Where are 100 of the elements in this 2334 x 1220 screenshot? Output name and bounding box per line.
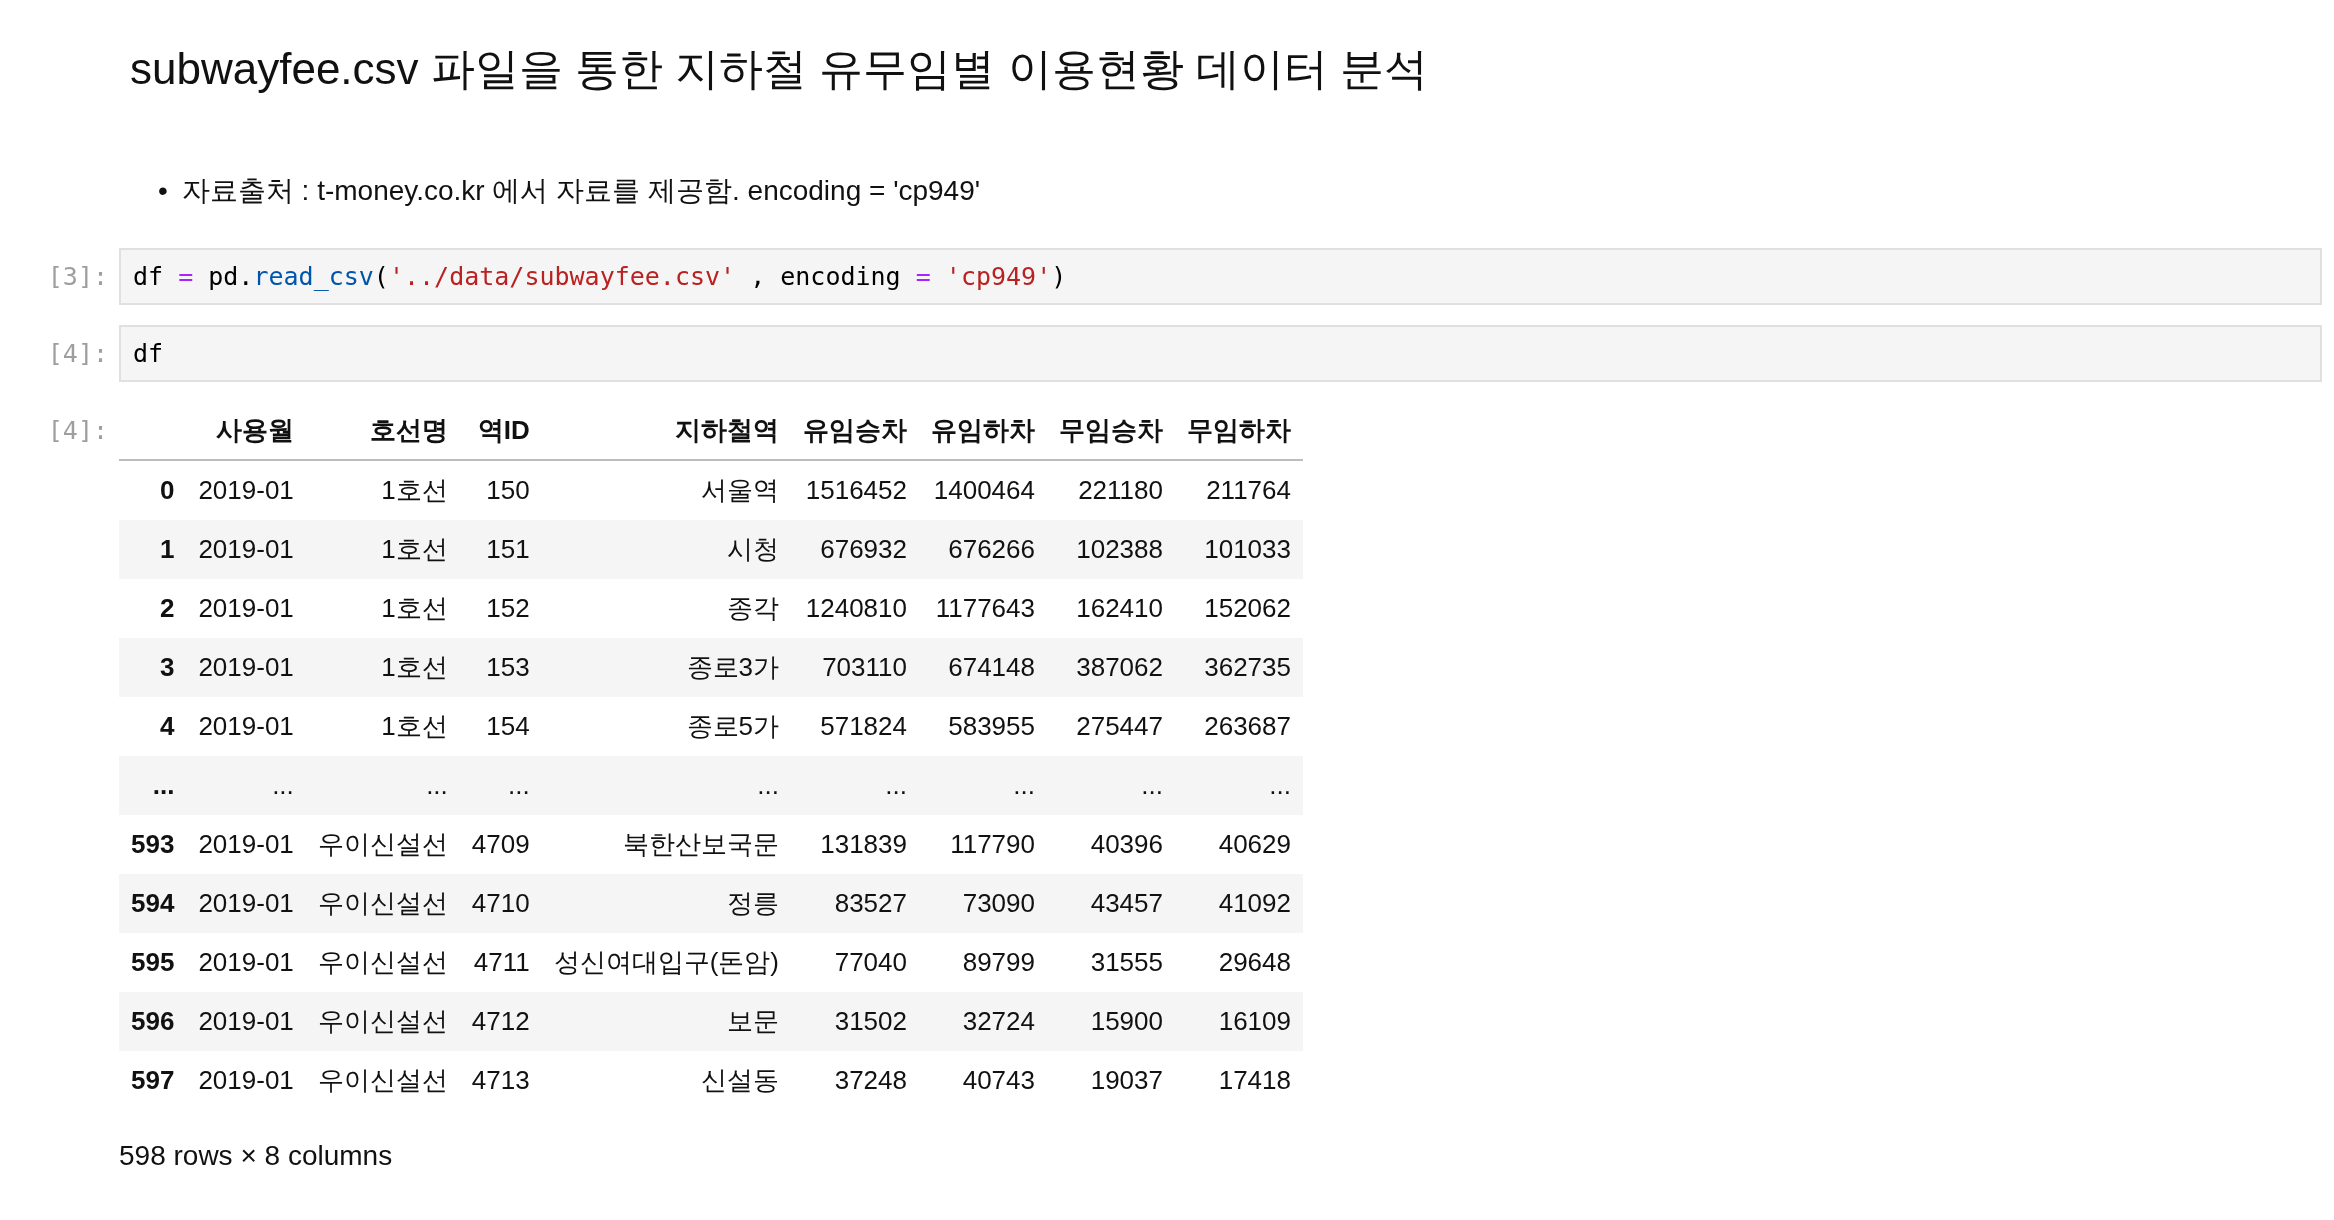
table-cell: 2019-01 (186, 697, 306, 757)
table-cell: 2019-01 (186, 815, 306, 875)
table-cell: 29648 (1175, 933, 1303, 993)
cell-prompt: [4]: (46, 415, 109, 448)
table-cell: 2019-01 (186, 933, 306, 993)
table-cell: 571824 (791, 697, 919, 757)
table-cell: 시청 (541, 520, 791, 580)
cell-prompt: [3]: (46, 261, 109, 294)
table-cell: ... (459, 756, 542, 816)
table-cell: 1호선 (305, 579, 460, 639)
table-cell: 32724 (919, 992, 1047, 1052)
table-cell: ... (1175, 756, 1303, 816)
code-cell[interactable]: df = pd.read_csv('../data/subwayfee.csv' , encoding = 'cp949') (119, 248, 2322, 306)
table-cell: 211764 (1175, 460, 1303, 521)
table-cell: 1177643 (919, 579, 1047, 639)
table-cell: 북한산보국문 (541, 815, 791, 875)
table-cell: 73090 (919, 874, 1047, 934)
table-cell: 43457 (1047, 874, 1175, 934)
table-cell: 4709 (459, 815, 542, 875)
table-cell: 1호선 (305, 520, 460, 580)
table-cell: 16109 (1175, 992, 1303, 1052)
table-cell: 보문 (541, 992, 791, 1052)
code-cell[interactable]: df (119, 325, 2322, 383)
table-cell: ... (791, 756, 919, 816)
table-cell: 152062 (1175, 579, 1303, 639)
table-cell: 서울역 (541, 460, 791, 521)
table-cell: ... (186, 756, 306, 816)
table-cell: 89799 (919, 933, 1047, 993)
table-cell: 162410 (1047, 579, 1175, 639)
table-cell: 종로3가 (541, 638, 791, 698)
table-cell: 40396 (1047, 815, 1175, 875)
table-cell: 종로5가 (541, 697, 791, 757)
table-cell: 2019-01 (186, 520, 306, 580)
table-cell: 151 (459, 520, 542, 580)
table-cell: 221180 (1047, 460, 1175, 521)
table-cell: 101033 (1175, 520, 1303, 580)
table-cell: 종각 (541, 579, 791, 639)
table-cell: 2019-01 (186, 992, 306, 1052)
table-cell: 4710 (459, 874, 542, 934)
table-cell: 41092 (1175, 874, 1303, 934)
row-index: 4 (119, 697, 187, 757)
table-cell: 4711 (459, 933, 542, 993)
table-cell: 2019-01 (186, 874, 306, 934)
row-index: 597 (119, 1051, 187, 1111)
table-cell: 40743 (919, 1051, 1047, 1111)
table-cell: 117790 (919, 815, 1047, 875)
table-cell: 31555 (1047, 933, 1175, 993)
table-cell: 154 (459, 697, 542, 757)
table-cell: 150 (459, 460, 542, 521)
table-cell: 1400464 (919, 460, 1047, 521)
table-cell: 2019-01 (186, 638, 306, 698)
table-cell: 31502 (791, 992, 919, 1052)
table-cell: 102388 (1047, 520, 1175, 580)
table-cell: 37248 (791, 1051, 919, 1111)
table-cell: 275447 (1047, 697, 1175, 757)
table-shape-text: 598 rows × 8 columns (119, 1140, 394, 1173)
row-index: 595 (119, 933, 187, 993)
table-cell: 703110 (791, 638, 919, 698)
table-cell: 17418 (1175, 1051, 1303, 1111)
table-cell: ... (1047, 756, 1175, 816)
table-cell: 583955 (919, 697, 1047, 757)
table-cell: 2019-01 (186, 579, 306, 639)
table-cell: 19037 (1047, 1051, 1175, 1111)
table-cell: 1호선 (305, 638, 460, 698)
row-index: 594 (119, 874, 187, 934)
table-cell: 1호선 (305, 697, 460, 757)
row-index: 1 (119, 520, 187, 580)
table-cell: ... (919, 756, 1047, 816)
table-cell: 성신여대입구(돈암) (541, 933, 791, 993)
row-index: 593 (119, 815, 187, 875)
row-index: ... (119, 756, 187, 816)
table-cell: 676932 (791, 520, 919, 580)
row-index: 596 (119, 992, 187, 1052)
table-cell: 1516452 (791, 460, 919, 521)
table-cell: 676266 (919, 520, 1047, 580)
table-cell: 우이신설선 (305, 933, 460, 993)
table-cell: 2019-01 (186, 1051, 306, 1111)
table-cell: 1240810 (791, 579, 919, 639)
table-cell: 674148 (919, 638, 1047, 698)
table-cell: 우이신설선 (305, 815, 460, 875)
table-cell: 우이신설선 (305, 874, 460, 934)
table-cell: 우이신설선 (305, 1051, 460, 1111)
table-cell: 77040 (791, 933, 919, 993)
table-cell: 정릉 (541, 874, 791, 934)
table-cell: 362735 (1175, 638, 1303, 698)
notebook-heading: subwayfee.csv 파일을 통한 지하철 유무임별 이용현황 데이터 분석 (130, 43, 1430, 95)
bullet-text: 자료출처 : t-money.co.kr 에서 자료를 제공함. encoding = 'cp949' (181, 174, 981, 208)
table-cell: ... (541, 756, 791, 816)
table-cell: 신설동 (541, 1051, 791, 1111)
table-cell: 우이신설선 (305, 992, 460, 1052)
table-cell: 4712 (459, 992, 542, 1052)
table-cell: 83527 (791, 874, 919, 934)
table-cell: 4713 (459, 1051, 542, 1111)
table-cell: 153 (459, 638, 542, 698)
row-index: 0 (119, 460, 187, 521)
table-cell: ... (305, 756, 460, 816)
table-cell: 40629 (1175, 815, 1303, 875)
row-index: 2 (119, 579, 187, 639)
cell-prompt: [4]: (46, 338, 109, 371)
table-cell: 387062 (1047, 638, 1175, 698)
